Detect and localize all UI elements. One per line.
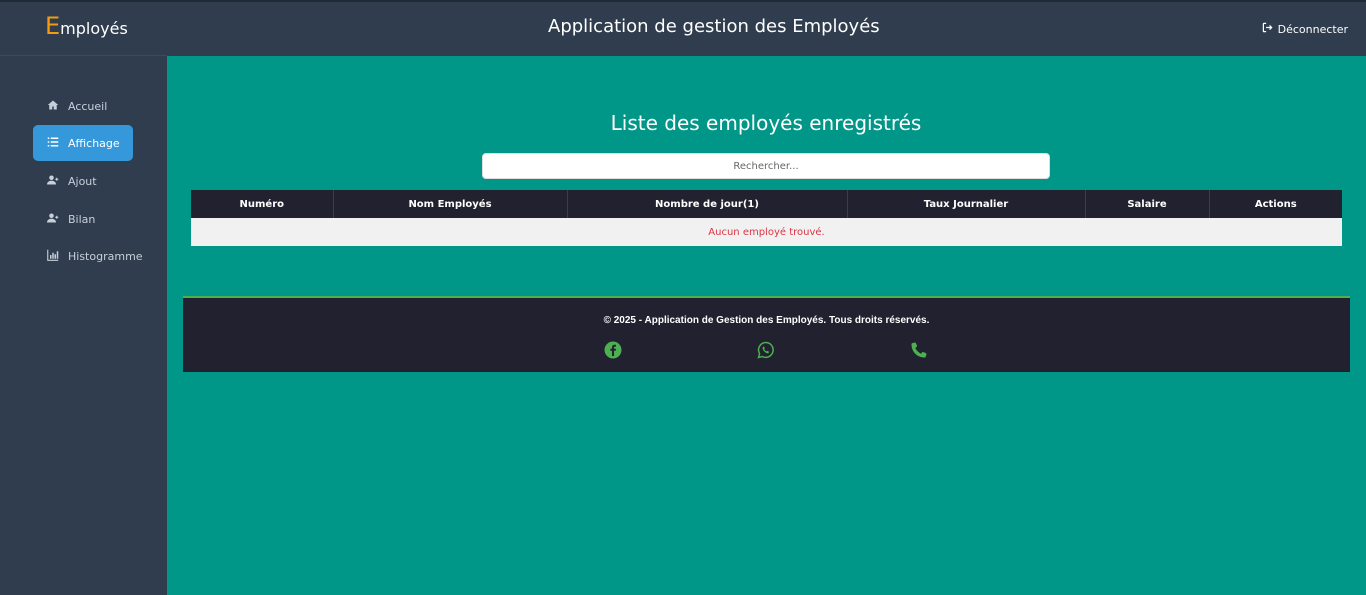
brand: Employés bbox=[0, 2, 167, 56]
column-header-actions: Actions bbox=[1208, 190, 1342, 218]
column-header-taux[interactable]: Taux Journalier bbox=[846, 190, 1085, 218]
logout-label: Déconnecter bbox=[1277, 22, 1348, 36]
column-header-numero[interactable]: Numéro bbox=[191, 190, 333, 218]
bar-chart-icon bbox=[47, 249, 68, 264]
column-header-nom[interactable]: Nom Employés bbox=[332, 190, 567, 218]
empty-message: Aucun employé trouvé. bbox=[191, 218, 1342, 246]
page-title: Liste des employés enregistrés bbox=[610, 111, 922, 135]
sign-out-icon bbox=[1262, 22, 1273, 36]
table-row: Aucun employé trouvé. bbox=[191, 218, 1342, 246]
list-icon bbox=[47, 136, 68, 151]
footer: © 2025 - Application de Gestion des Empl… bbox=[183, 296, 1350, 372]
whatsapp-icon[interactable] bbox=[757, 341, 775, 359]
sidebar-item-label: Bilan bbox=[68, 212, 96, 226]
column-header-salaire[interactable]: Salaire bbox=[1084, 190, 1209, 218]
phone-icon[interactable] bbox=[910, 341, 928, 359]
user-plus-icon bbox=[47, 174, 68, 189]
sidebar: Accueil Affichage Ajout Bilan Histogramm… bbox=[0, 56, 167, 595]
user-plus-icon bbox=[47, 212, 68, 227]
facebook-icon[interactable] bbox=[604, 341, 622, 359]
employee-table: Numéro Nom Employés Nombre de jour(1) Ta… bbox=[191, 190, 1342, 246]
brand-rest: mployés bbox=[60, 19, 128, 38]
search-input[interactable] bbox=[482, 153, 1050, 179]
sidebar-item-bilan[interactable]: Bilan bbox=[33, 201, 133, 237]
column-header-nombre-jour[interactable]: Nombre de jour(1) bbox=[566, 190, 847, 218]
sidebar-item-histogramme[interactable]: Histogramme bbox=[33, 238, 145, 274]
sidebar-item-label: Ajout bbox=[68, 174, 97, 188]
brand-logo[interactable]: Employés bbox=[45, 12, 128, 40]
table-header-row: Numéro Nom Employés Nombre de jour(1) Ta… bbox=[191, 190, 1342, 218]
sidebar-item-ajout[interactable]: Ajout bbox=[33, 163, 133, 199]
sidebar-item-label: Histogramme bbox=[68, 249, 143, 263]
app-title: Application de gestion des Employés bbox=[548, 16, 880, 37]
sidebar-item-label: Affichage bbox=[68, 136, 120, 150]
logout-button[interactable]: Déconnecter bbox=[1262, 22, 1348, 36]
brand-first-letter: E bbox=[45, 12, 61, 40]
top-bar: Employés Application de gestion des Empl… bbox=[0, 0, 1366, 56]
footer-copyright: © 2025 - Application de Gestion des Empl… bbox=[603, 315, 930, 326]
